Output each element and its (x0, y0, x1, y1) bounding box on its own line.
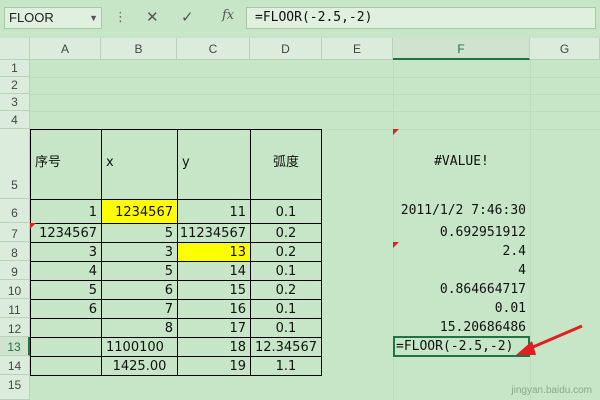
cancel-icon[interactable]: ✕ (146, 8, 159, 26)
cell-d9[interactable]: 0.1 (250, 261, 322, 281)
cell-c5[interactable]: y (177, 129, 251, 200)
cell-b5[interactable]: x (101, 129, 178, 200)
cell-b9[interactable]: 5 (101, 261, 178, 281)
column-header-c[interactable]: C (177, 38, 250, 60)
cell-c12[interactable]: 17 (177, 318, 251, 338)
cell-c11[interactable]: 16 (177, 299, 251, 319)
insert-function-icon[interactable]: fx (222, 8, 234, 23)
select-all-corner[interactable] (0, 38, 30, 60)
cell-c14[interactable]: 19 (177, 356, 251, 376)
red-arrow-icon (516, 324, 583, 355)
cell-b12[interactable]: 8 (101, 318, 178, 338)
cell-a13[interactable] (30, 337, 102, 357)
watermark: jingyan.baidu.com (511, 385, 592, 396)
cell-c13[interactable]: 18 (177, 337, 251, 357)
cell-b14[interactable]: 1425.00 (101, 356, 178, 376)
name-box-value: FLOOR (9, 10, 54, 25)
enter-icon[interactable]: ✓ (181, 8, 194, 26)
cell-b13[interactable]: 1100100 (101, 337, 178, 357)
cell-d5[interactable]: 弧度 (250, 129, 322, 200)
cell-a12[interactable] (30, 318, 102, 338)
gridline (30, 111, 600, 112)
cell-a8[interactable]: 3 (30, 242, 102, 262)
formula-input[interactable]: =FLOOR(-2.5,-2) (246, 7, 596, 29)
cell-f5[interactable]: #VALUE! (393, 129, 530, 199)
column-header-a[interactable]: A (30, 38, 101, 60)
cell-b7[interactable]: 5 (101, 223, 178, 243)
row-header-1[interactable]: 1 (0, 60, 30, 77)
cell-a6[interactable]: 1 (30, 199, 102, 224)
cell-f13[interactable]: =FLOOR(-2.5,-2) (393, 336, 530, 357)
row-header-8[interactable]: 8 (0, 242, 30, 261)
cell-c6[interactable]: 11 (177, 199, 251, 224)
name-box[interactable]: FLOOR ▼ (4, 7, 102, 29)
cell-a5[interactable]: 序号 (30, 129, 102, 200)
cell-b8[interactable]: 3 (101, 242, 178, 262)
cell-d12[interactable]: 0.1 (250, 318, 322, 338)
cell-a14[interactable] (30, 356, 102, 376)
row-header-2[interactable]: 2 (0, 77, 30, 94)
cell-c7[interactable]: 11234567 (177, 223, 251, 243)
cell-f6[interactable]: 2011/1/2 7:46:30 (393, 199, 530, 223)
cell-a11[interactable]: 6 (30, 299, 102, 319)
cell-f9[interactable]: 4 (393, 261, 530, 280)
cell-c8[interactable]: 13 (177, 242, 251, 262)
cell-f7[interactable]: 0.692951912 (393, 223, 530, 242)
cell-c9[interactable]: 14 (177, 261, 251, 281)
cell-c10[interactable]: 15 (177, 280, 251, 300)
column-header-d[interactable]: D (250, 38, 322, 60)
row-header-14[interactable]: 14 (0, 356, 30, 375)
cell-a7[interactable]: 1234567 (30, 223, 102, 243)
row-header-10[interactable]: 10 (0, 280, 30, 299)
row-header-13[interactable]: 13 (0, 337, 30, 356)
cell-f11[interactable]: 0.01 (393, 299, 530, 318)
column-header-f[interactable]: F (393, 38, 530, 60)
cell-b10[interactable]: 6 (101, 280, 178, 300)
spreadsheet-grid: A B C D E F G 1 2 3 4 5 6 7 8 9 10 11 12… (0, 38, 600, 400)
row-header-12[interactable]: 12 (0, 318, 30, 337)
cell-d14[interactable]: 1.1 (250, 356, 322, 376)
cell-d11[interactable]: 0.1 (250, 299, 322, 319)
error-indicator-icon (30, 223, 36, 229)
row-header-3[interactable]: 3 (0, 94, 30, 111)
more-options-icon[interactable]: ⋮ (114, 9, 127, 25)
row-header-15[interactable]: 15 (0, 375, 30, 400)
cell-d6[interactable]: 0.1 (250, 199, 322, 224)
column-header-b[interactable]: B (101, 38, 177, 60)
cell-d13[interactable]: 12.34567 (250, 337, 322, 357)
formula-bar: FLOOR ▼ ⋮ ✕ ✓ fx =FLOOR(-2.5,-2) (0, 0, 600, 38)
cell-f12[interactable]: 15.20686486 (393, 318, 530, 337)
row-header-6[interactable]: 6 (0, 199, 30, 223)
cell-a10[interactable]: 5 (30, 280, 102, 300)
cell-b11[interactable]: 7 (101, 299, 178, 319)
row-header-9[interactable]: 9 (0, 261, 30, 280)
column-header-e[interactable]: E (322, 38, 393, 60)
cell-f10[interactable]: 0.864664717 (393, 280, 530, 299)
row-header-4[interactable]: 4 (0, 111, 30, 129)
row-header-5[interactable]: 5 (0, 129, 30, 199)
gridline (30, 77, 600, 78)
cell-d8[interactable]: 0.2 (250, 242, 322, 262)
error-indicator-icon (393, 129, 399, 135)
gridline (30, 94, 600, 95)
cell-b6[interactable]: 1234567 (101, 199, 178, 224)
column-header-g[interactable]: G (530, 38, 600, 60)
row-header-11[interactable]: 11 (0, 299, 30, 318)
cell-f8[interactable]: 2.4 (393, 242, 530, 261)
cell-a9[interactable]: 4 (30, 261, 102, 281)
error-indicator-icon (393, 242, 399, 248)
chevron-down-icon[interactable]: ▼ (89, 8, 98, 28)
cell-d10[interactable]: 0.2 (250, 280, 322, 300)
cell-d7[interactable]: 0.2 (250, 223, 322, 243)
row-header-7[interactable]: 7 (0, 223, 30, 242)
